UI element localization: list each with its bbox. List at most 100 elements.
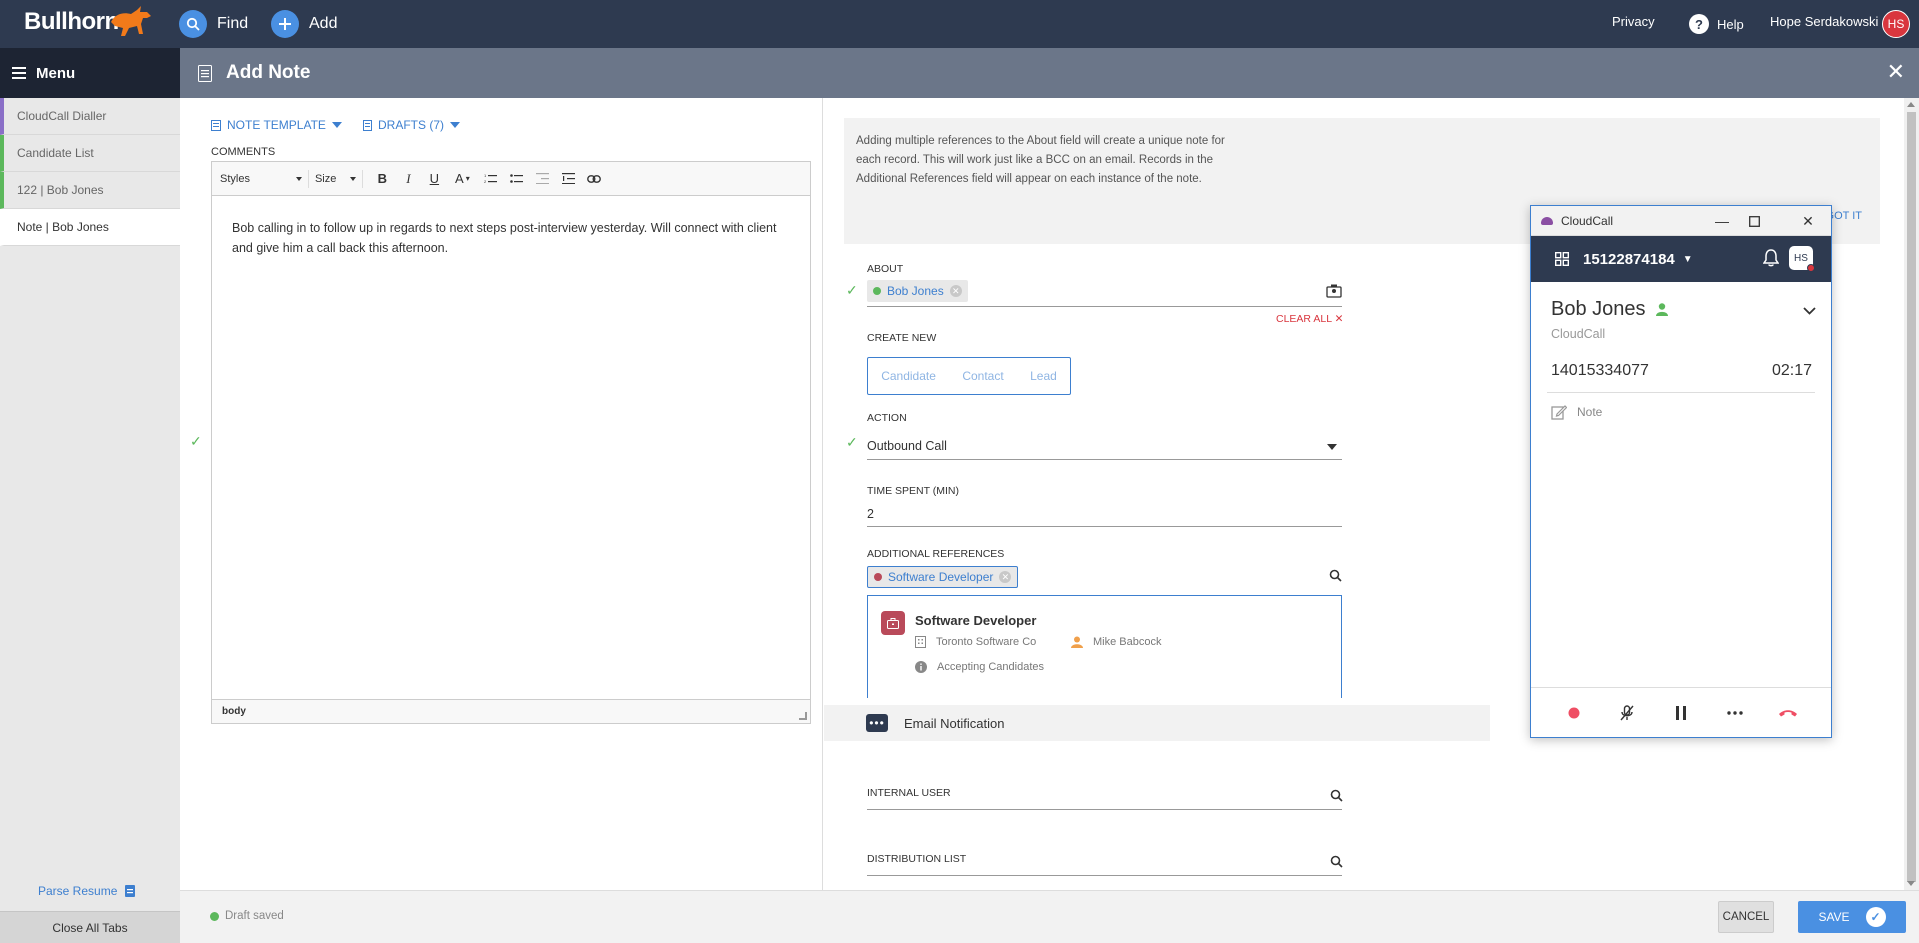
- distribution-list-input[interactable]: [867, 875, 1342, 876]
- reference-result-card[interactable]: Software Developer Toronto Software Co M…: [867, 595, 1342, 698]
- email-notification-section[interactable]: ••• Email Notification: [824, 705, 1490, 741]
- job-status: Accepting Candidates: [937, 661, 1045, 673]
- user-name: Hope Serdakowski: [1770, 14, 1879, 29]
- maximize-icon[interactable]: [1739, 211, 1769, 231]
- editor-content[interactable]: Bob calling in to follow up in regards t…: [212, 196, 810, 700]
- sidebar-item-candidate-list[interactable]: Candidate List: [0, 135, 180, 172]
- sidebar-item-bob-jones-record[interactable]: 122 | Bob Jones: [0, 172, 180, 209]
- underline-icon[interactable]: U: [421, 168, 447, 190]
- size-dropdown[interactable]: Size: [315, 169, 364, 188]
- scrollbar-thumb[interactable]: [1907, 112, 1916, 882]
- more-options-icon[interactable]: [1721, 699, 1749, 727]
- reference-chip: Software Developer ✕: [867, 566, 1019, 588]
- about-chip-label: Bob Jones: [887, 284, 944, 298]
- chevron-down-icon: [331, 122, 342, 128]
- link-icon[interactable]: [581, 168, 607, 190]
- chevron-down-icon: [350, 176, 357, 181]
- internal-user-input[interactable]: [867, 809, 1342, 810]
- chat-bubble-icon: •••: [866, 714, 888, 732]
- element-path-label: body: [222, 706, 246, 717]
- chevron-down-icon[interactable]: [1327, 444, 1337, 450]
- minimize-icon[interactable]: —: [1707, 211, 1737, 231]
- bullhorn-logo[interactable]: Bullhorn: [24, 8, 119, 36]
- styles-dropdown[interactable]: Styles: [220, 169, 309, 188]
- menu-toggle[interactable]: Menu: [0, 48, 180, 98]
- close-icon[interactable]: ✕: [1887, 61, 1905, 83]
- editor-element-path: body: [212, 699, 810, 723]
- add-button[interactable]: Add: [271, 10, 337, 38]
- reference-chip-label: Software Developer: [888, 570, 994, 584]
- user-avatar[interactable]: HS: [1882, 10, 1910, 38]
- editor-toolbar: Styles Size B I U A ▾ 12: [212, 162, 810, 196]
- create-candidate-button[interactable]: Candidate: [881, 369, 936, 383]
- create-contact-button[interactable]: Contact: [962, 369, 1003, 383]
- avatar-initials: HS: [1794, 252, 1808, 264]
- chevron-down-icon[interactable]: ▼: [1683, 254, 1693, 265]
- help-button[interactable]: ? Help: [1689, 14, 1744, 34]
- numbered-list-icon[interactable]: 12: [477, 168, 503, 190]
- grid-icon[interactable]: [1555, 252, 1569, 266]
- note-label: Note: [1577, 405, 1603, 419]
- chevron-down-icon[interactable]: [1803, 302, 1816, 318]
- note-icon: [198, 64, 212, 82]
- bold-icon[interactable]: B: [369, 168, 395, 190]
- remove-chip-icon[interactable]: ✕: [949, 285, 962, 297]
- record-icon[interactable]: [1560, 699, 1588, 727]
- clear-all-link[interactable]: CLEAR ALL ✕: [1276, 313, 1343, 325]
- bullet-list-icon[interactable]: [503, 168, 529, 190]
- close-icon[interactable]: ✕: [1793, 211, 1823, 231]
- remove-chip-icon[interactable]: ✕: [999, 571, 1012, 583]
- sidebar: CloudCall Dialler Candidate List 122 | B…: [0, 98, 180, 943]
- contact-name: Mike Babcock: [1093, 636, 1162, 648]
- resize-handle[interactable]: [799, 712, 807, 720]
- scroll-down-icon[interactable]: [1907, 881, 1915, 886]
- sidebar-item-note-bob-jones[interactable]: Note | Bob Jones: [0, 209, 180, 246]
- privacy-link[interactable]: Privacy: [1612, 14, 1655, 29]
- scroll-up-icon[interactable]: [1907, 102, 1915, 107]
- italic-icon[interactable]: I: [395, 168, 421, 190]
- dial-number[interactable]: 15122874184: [1583, 251, 1675, 268]
- text-color-icon[interactable]: A ▾: [447, 168, 477, 190]
- comments-panel: NOTE TEMPLATE DRAFTS (7) COMMENTS Styles…: [180, 98, 823, 890]
- vertical-scrollbar[interactable]: [1904, 98, 1919, 890]
- close-all-tabs-button[interactable]: Close All Tabs: [0, 911, 180, 943]
- find-button[interactable]: Find: [179, 10, 248, 38]
- time-spent-input[interactable]: 2: [867, 507, 874, 521]
- call-timer: 02:17: [1772, 362, 1813, 379]
- search-icon[interactable]: [1330, 855, 1343, 868]
- mute-icon[interactable]: [1613, 699, 1641, 727]
- drafts-label: DRAFTS (7): [378, 118, 444, 132]
- drafts-dropdown[interactable]: DRAFTS (7): [363, 118, 460, 132]
- user-menu[interactable]: Hope Serdakowski: [1770, 14, 1878, 29]
- caller-source: CloudCall: [1551, 327, 1606, 341]
- about-chip: Bob Jones ✕: [867, 280, 968, 302]
- cloudcall-header: 15122874184 ▼ HS: [1531, 236, 1831, 282]
- sidebar-item-cloudcall-dialler[interactable]: CloudCall Dialler: [0, 98, 180, 135]
- save-button[interactable]: SAVE ✓: [1798, 901, 1906, 933]
- plus-icon: [271, 10, 299, 38]
- time-spent-underline: [867, 526, 1342, 527]
- parse-resume-link[interactable]: Parse Resume: [38, 884, 136, 898]
- search-icon[interactable]: [1330, 789, 1343, 802]
- hang-up-icon[interactable]: [1774, 699, 1802, 727]
- cloudcall-window: CloudCall — ✕ 15122874184 ▼ HS Bob Jones…: [1530, 205, 1832, 738]
- cancel-button[interactable]: CANCEL: [1718, 901, 1774, 933]
- bell-icon[interactable]: [1763, 249, 1779, 267]
- person-icon: [1071, 636, 1083, 648]
- create-lead-button[interactable]: Lead: [1030, 369, 1057, 383]
- pause-icon[interactable]: [1667, 699, 1695, 727]
- action-select[interactable]: Outbound Call: [867, 439, 947, 453]
- contact-card-icon[interactable]: [1326, 284, 1342, 298]
- checkmark-icon: ✓: [190, 433, 202, 449]
- search-icon[interactable]: [1329, 569, 1342, 582]
- cloudcall-avatar[interactable]: HS: [1789, 246, 1815, 272]
- outdent-icon[interactable]: [529, 168, 555, 190]
- divider: [1547, 392, 1815, 393]
- create-new-options: Candidate Contact Lead: [867, 357, 1071, 395]
- note-template-label: NOTE TEMPLATE: [227, 118, 326, 132]
- note-button[interactable]: Note: [1551, 404, 1602, 420]
- note-template-dropdown[interactable]: NOTE TEMPLATE: [211, 118, 342, 132]
- cloudcall-titlebar[interactable]: CloudCall — ✕: [1531, 206, 1831, 236]
- distribution-list-label: DISTRIBUTION LIST: [867, 853, 967, 865]
- indent-icon[interactable]: [555, 168, 581, 190]
